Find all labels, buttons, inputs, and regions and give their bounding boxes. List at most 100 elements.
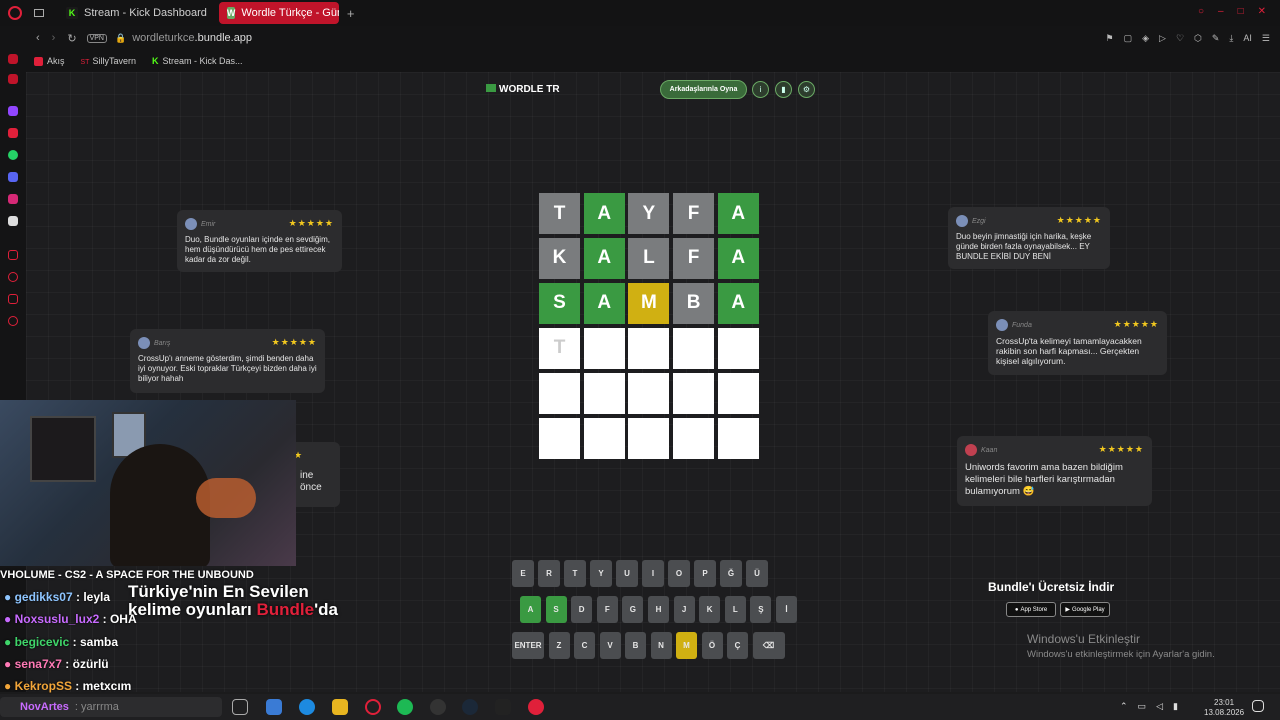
board-tile: A (583, 282, 625, 324)
epic-games-icon[interactable] (495, 699, 511, 715)
settings-icon[interactable] (8, 316, 18, 326)
key-r[interactable]: R (538, 560, 560, 587)
tab-menu-icon[interactable] (34, 9, 44, 17)
copilot-icon[interactable] (266, 699, 282, 715)
player-icon[interactable] (8, 250, 18, 260)
volume-icon[interactable]: ◁ (1156, 701, 1163, 712)
download-icon[interactable]: ⤓ (1229, 33, 1233, 44)
obs-icon[interactable] (430, 699, 446, 715)
key-j[interactable]: J (673, 596, 695, 623)
back-icon[interactable]: ‹ (36, 32, 40, 44)
steam-icon[interactable] (462, 699, 478, 715)
whatsapp-icon[interactable] (8, 150, 18, 160)
key-c[interactable]: C (574, 632, 595, 659)
task-view-icon[interactable] (232, 699, 248, 715)
notification-icon[interactable] (1252, 700, 1264, 712)
url-field[interactable]: wordleturkce.bundle.app (132, 32, 252, 44)
key-ç[interactable]: Ç (727, 632, 748, 659)
key-v[interactable]: V (599, 632, 621, 659)
chevron-up-icon[interactable]: ⌃ (1120, 701, 1128, 712)
key-g[interactable]: G (622, 596, 644, 623)
key-ü[interactable]: Ü (746, 560, 768, 587)
clock[interactable]: 23:01 13.08.2026 (1204, 698, 1244, 718)
heart-icon[interactable]: ♡ (1176, 33, 1184, 44)
google-play-button[interactable]: ▶ Google Play (1060, 602, 1110, 617)
settings-icon[interactable]: ⚙ (798, 81, 815, 98)
key-t[interactable]: T (564, 560, 586, 587)
aria-icon[interactable] (8, 54, 18, 64)
snapshot-icon[interactable]: ▢ (1124, 33, 1133, 44)
network-icon[interactable]: ▭ (1138, 701, 1147, 712)
key-ğ[interactable]: Ğ (720, 560, 742, 587)
forward-icon[interactable]: › (52, 32, 56, 44)
media-player-icon[interactable] (528, 699, 544, 715)
key-i[interactable]: I (642, 560, 664, 587)
crypto-wallet-icon[interactable] (8, 74, 18, 84)
key-d[interactable]: D (571, 596, 593, 623)
key-h[interactable]: H (648, 596, 669, 623)
app-store-button[interactable]: ● App Store (1006, 602, 1056, 617)
play-icon[interactable]: ▷ (1159, 33, 1166, 44)
key-z[interactable]: Z (548, 632, 570, 659)
x-icon[interactable] (8, 216, 18, 226)
instagram-icon[interactable] (8, 194, 18, 204)
bookmark-sillytavern[interactable]: ST SillyTavern (81, 56, 136, 66)
key-o[interactable]: O (668, 560, 690, 587)
new-tab-button[interactable]: + (347, 6, 355, 21)
maximize-icon[interactable]: □ (1238, 6, 1244, 17)
search-input[interactable]: NovArtes: yarrrma (0, 697, 222, 717)
extensions-icon[interactable] (8, 294, 18, 304)
logo[interactable]: WORDLE TR (486, 84, 560, 95)
cube-icon[interactable]: ⬡ (1194, 33, 1202, 44)
discord-icon[interactable] (8, 172, 18, 182)
key-m[interactable]: M (676, 632, 697, 659)
key-e[interactable]: E (512, 560, 534, 587)
spotify-icon[interactable] (397, 699, 413, 715)
backspace-icon[interactable]: ⌫ (752, 632, 785, 659)
key-ş[interactable]: Ş (750, 596, 772, 623)
tab-kick[interactable]: K Stream - Kick Dashboard (58, 2, 215, 24)
key-s[interactable]: S (545, 596, 567, 623)
key-p[interactable]: P (694, 560, 716, 587)
bookmark-akis[interactable]: Akış (34, 56, 65, 67)
key-f[interactable]: F (596, 596, 618, 623)
rating-stars: ★★★★★ (288, 218, 334, 228)
key-k[interactable]: K (699, 596, 721, 623)
enter-key[interactable]: ENTER (512, 632, 544, 659)
opera-icon[interactable] (365, 699, 381, 715)
bookmark-kick[interactable]: K Stream - Kick Das... (152, 56, 243, 66)
chat-text: OHA (109, 612, 137, 627)
key-l[interactable]: L (724, 596, 746, 623)
bookmark-icon[interactable]: ⚑ (1106, 33, 1114, 44)
chat-badge-icon: ● (4, 679, 15, 694)
key-a[interactable]: A (520, 596, 541, 623)
play-with-friends-button[interactable]: Arkadaşlarınla Oyna (660, 80, 747, 99)
stats-icon[interactable]: ▮ (775, 81, 792, 98)
key-ö[interactable]: Ö (701, 632, 723, 659)
file-explorer-icon[interactable] (332, 699, 348, 715)
search-icon[interactable]: ○ (1198, 6, 1204, 17)
history-icon[interactable] (8, 272, 18, 282)
key-n[interactable]: N (650, 632, 672, 659)
minimize-icon[interactable]: – (1218, 6, 1224, 17)
twitch-icon[interactable] (8, 106, 18, 116)
key-b[interactable]: B (625, 632, 646, 659)
board-tile (717, 417, 759, 459)
info-icon[interactable]: i (752, 81, 769, 98)
key-y[interactable]: Y (590, 560, 612, 587)
menu-icon[interactable]: ☰ (1262, 33, 1270, 44)
reload-icon[interactable]: ↻ (67, 32, 76, 45)
key-u[interactable]: U (616, 560, 638, 587)
percent-icon[interactable] (8, 128, 18, 138)
tab-wordle[interactable]: W Wordle Türkçe - Günlük Ke (218, 2, 339, 24)
aria-icon[interactable]: AI (1243, 33, 1252, 44)
opera-logo-icon[interactable] (8, 6, 22, 20)
vpn-badge[interactable]: VPN (86, 33, 107, 43)
extensions-icon[interactable]: ✎ (1212, 33, 1220, 44)
key-i̇[interactable]: İ (776, 596, 797, 623)
close-icon[interactable]: ✕ (1258, 6, 1266, 17)
edge-icon[interactable] (299, 699, 315, 715)
review-card: Ezgi ★★★★★ Duo beyin jimnastiği için har… (948, 207, 1110, 269)
shield-icon[interactable]: ◈ (1142, 33, 1149, 44)
battery-icon[interactable]: ▮ (1173, 701, 1178, 712)
